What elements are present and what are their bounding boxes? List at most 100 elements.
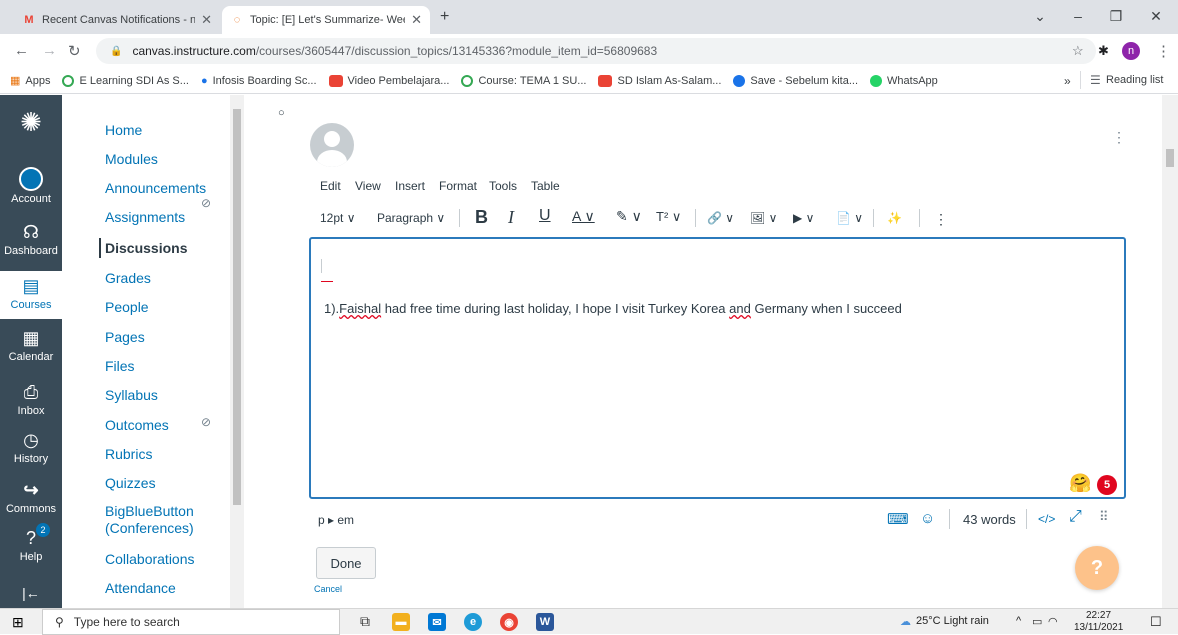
nav-help[interactable]: ? 2 Help	[0, 523, 62, 563]
canvas-logo[interactable]: ✺	[0, 109, 62, 137]
rich-text-editor[interactable]: 1).Faishal had free time during last hol…	[309, 237, 1126, 499]
document-button[interactable]: 📄 ∨	[836, 211, 863, 225]
profile-avatar[interactable]: n	[1122, 42, 1140, 60]
bookmark-item[interactable]: Video Pembelajara...	[328, 74, 449, 87]
apps-button[interactable]: ✨	[887, 211, 902, 225]
highlight-color-button[interactable]: ✎ ∨	[616, 208, 642, 225]
bookmark-item[interactable]: Course: TEMA 1 SU...	[461, 74, 586, 87]
course-nav-modules[interactable]: Modules	[105, 151, 158, 167]
image-button[interactable]: 🖼 ∨	[750, 211, 777, 225]
nav-dashboard[interactable]: ☊ Dashboard	[0, 221, 62, 257]
course-nav-quizzes[interactable]: Quizzes	[105, 475, 156, 491]
extensions-icon[interactable]: ✱	[1098, 43, 1109, 59]
bookmark-apps[interactable]: ▦ Apps	[10, 74, 50, 88]
taskbar-search-input[interactable]: ⚲ Type here to search	[42, 609, 340, 635]
superscript-button[interactable]: T² ∨	[656, 209, 681, 225]
tray-overflow-icon[interactable]: ^	[1016, 615, 1021, 627]
bookmark-item[interactable]: SD Islam As-Salam...	[598, 74, 721, 87]
bookmark-item[interactable]: E Learning SDI As S...	[62, 74, 189, 87]
page-scrollbar[interactable]	[1162, 95, 1178, 608]
task-view-icon[interactable]: ⧉	[360, 613, 370, 630]
windows-start-icon[interactable]: ⊞	[12, 614, 24, 631]
help-fab-button[interactable]: ?	[1075, 546, 1119, 590]
tab-search-icon[interactable]: ⌄	[1030, 8, 1050, 25]
accessibility-checker-icon[interactable]: ☺	[920, 510, 935, 527]
course-nav-announcements[interactable]: Announcements	[105, 180, 206, 196]
star-icon[interactable]: ☆	[1072, 43, 1084, 59]
italic-button[interactable]: I	[508, 207, 514, 228]
media-button[interactable]: ▶ ∨	[793, 211, 814, 225]
menu-tools[interactable]: Tools	[489, 179, 517, 193]
menu-view[interactable]: View	[355, 179, 381, 193]
menu-edit[interactable]: Edit	[320, 179, 341, 193]
edge-icon[interactable]: e	[464, 613, 482, 631]
course-nav-attendance[interactable]: Attendance	[105, 580, 176, 596]
back-arrow-icon[interactable]: ←	[14, 42, 29, 59]
course-nav-assignments[interactable]: Assignments	[105, 209, 185, 225]
course-nav-syllabus[interactable]: Syllabus	[105, 387, 158, 403]
post-options-button[interactable]: ⋮	[1112, 129, 1126, 146]
browser-menu-icon[interactable]: ⋮	[1156, 42, 1171, 60]
course-nav-collaborations[interactable]: Collaborations	[105, 551, 195, 567]
course-nav-files[interactable]: Files	[105, 358, 135, 374]
text-color-button[interactable]: A ∨	[572, 208, 595, 225]
course-nav-scrollbar[interactable]	[230, 95, 244, 608]
forward-arrow-icon[interactable]: →	[42, 42, 57, 59]
nav-account[interactable]: Account	[0, 167, 62, 205]
close-tab-icon[interactable]: ✕	[201, 12, 212, 28]
url-field[interactable]: 🔒 canvas.instructure.com/courses/3605447…	[96, 38, 1096, 64]
reload-icon[interactable]: ↻	[68, 42, 81, 60]
file-explorer-icon[interactable]: ▬	[392, 613, 410, 631]
new-tab-button[interactable]: +	[440, 8, 449, 26]
block-format-select[interactable]: Paragraph ∨	[377, 211, 445, 225]
bookmark-item[interactable]: ● Infosis Boarding Sc...	[201, 75, 317, 87]
minimize-button[interactable]: –	[1068, 8, 1088, 24]
word-count[interactable]: 43 words	[963, 512, 1016, 527]
course-nav-people[interactable]: People	[105, 299, 149, 315]
nav-commons[interactable]: ↪ Commons	[0, 479, 62, 515]
grammar-badge[interactable]: 5	[1097, 475, 1117, 495]
course-nav-grades[interactable]: Grades	[105, 270, 151, 286]
menu-format[interactable]: Format	[439, 179, 477, 193]
more-tools-button[interactable]: ⋮	[934, 211, 948, 228]
nav-history[interactable]: ◷ History	[0, 429, 62, 465]
course-nav-rubrics[interactable]: Rubrics	[105, 446, 152, 462]
close-tab-icon[interactable]: ✕	[411, 12, 422, 28]
resize-handle-icon[interactable]: ⠿	[1099, 509, 1109, 525]
emoji-icon[interactable]: 🤗	[1069, 473, 1091, 494]
tab-gmail[interactable]: M Recent Canvas Notifications - nal ✕	[14, 6, 220, 34]
collapse-nav-button[interactable]: |←	[0, 585, 62, 601]
done-button[interactable]: Done	[316, 547, 376, 579]
link-button[interactable]: 🔗 ∨	[707, 211, 734, 225]
close-window-button[interactable]: ✕	[1146, 8, 1166, 25]
word-icon[interactable]: W	[536, 613, 554, 631]
clock-time[interactable]: 22:27	[1086, 610, 1111, 621]
font-size-select[interactable]: 12pt ∨	[320, 211, 355, 225]
clock-date[interactable]: 13/11/2021	[1074, 622, 1123, 633]
menu-insert[interactable]: Insert	[395, 179, 425, 193]
nav-inbox[interactable]: ⎙ Inbox	[0, 381, 62, 417]
nav-courses[interactable]: ▤ Courses	[0, 271, 62, 319]
bookmark-item[interactable]: WhatsApp	[870, 74, 938, 87]
course-nav-outcomes[interactable]: Outcomes	[105, 417, 169, 433]
mail-icon[interactable]: ✉	[428, 613, 446, 631]
element-path[interactable]: p ▸ em	[318, 513, 354, 527]
bookmarks-overflow[interactable]: »	[1064, 74, 1071, 88]
underline-button[interactable]: U	[539, 207, 551, 225]
nav-calendar[interactable]: ▦ Calendar	[0, 327, 62, 363]
cancel-link[interactable]: Cancel	[314, 584, 342, 594]
notifications-icon[interactable]: ☐	[1150, 614, 1162, 630]
tab-canvas[interactable]: ◌ Topic: [E] Let's Summarize- Week ✕	[222, 6, 430, 34]
chrome-icon[interactable]: ◉	[500, 613, 518, 631]
scrollbar-thumb[interactable]	[233, 109, 241, 505]
menu-table[interactable]: Table	[531, 179, 560, 193]
course-nav-home[interactable]: Home	[105, 122, 142, 138]
scrollbar-thumb[interactable]	[1166, 149, 1174, 167]
maximize-button[interactable]: ❐	[1106, 8, 1126, 25]
reading-list-button[interactable]: Reading list	[1106, 74, 1163, 86]
html-editor-toggle[interactable]: </>	[1038, 512, 1055, 526]
course-nav-pages[interactable]: Pages	[105, 329, 145, 345]
bookmark-item[interactable]: Save - Sebelum kita...	[733, 74, 858, 87]
bold-button[interactable]: B	[475, 207, 488, 228]
fullscreen-icon[interactable]: ⤢	[1069, 508, 1082, 526]
